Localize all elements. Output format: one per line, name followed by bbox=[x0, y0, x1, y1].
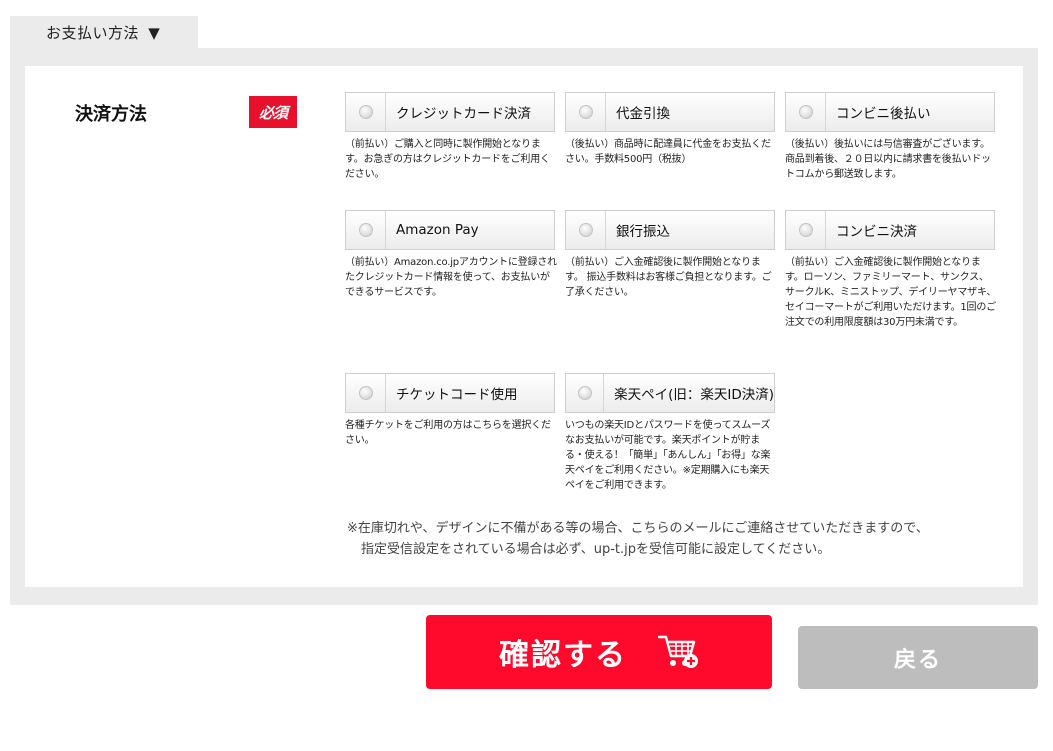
radio-cell[interactable] bbox=[786, 211, 826, 249]
radio-button-icon[interactable] bbox=[358, 105, 373, 119]
radio-button-icon[interactable] bbox=[798, 223, 813, 237]
radio-cell[interactable] bbox=[566, 93, 606, 131]
radio-button-icon[interactable] bbox=[358, 386, 373, 400]
payment-option-cod[interactable]: 代金引換 bbox=[565, 92, 775, 132]
option-description: （前払い）ご入金確認後に製作開始となります。ローソン、ファミリーマート、サンクス… bbox=[785, 257, 997, 328]
radio-button-icon[interactable] bbox=[578, 105, 593, 119]
back-button-label: 戻る bbox=[893, 647, 942, 673]
notice-line-2: 指定受信設定をされている場合は必ず、up-t.jpを受信可能に設定してください。 bbox=[361, 542, 831, 557]
option-description: いつもの楽天IDとパスワードを使ってスムーズなお支払いが可能です。楽天ポイントが… bbox=[565, 420, 771, 491]
radio-cell[interactable] bbox=[566, 374, 605, 412]
option-label: チケットコード使用 bbox=[396, 387, 518, 403]
radio-button-icon[interactable] bbox=[578, 223, 593, 237]
radio-cell[interactable] bbox=[346, 374, 386, 412]
option-description: （前払い）ご購入と同時に製作開始となります。お急ぎの方はクレジットカードをご利用… bbox=[345, 139, 550, 180]
confirm-button[interactable]: 確認する bbox=[426, 615, 772, 689]
option-label: 楽天ペイ(旧：楽天ID決済) bbox=[614, 387, 774, 403]
option-description: （後払い）商品時に配達員に代金をお支払ください。手数料500円（税抜） bbox=[565, 139, 771, 165]
payment-method-tab[interactable]: お支払い方法 ▼ bbox=[10, 16, 198, 50]
confirm-button-label: 確認する bbox=[499, 638, 627, 673]
payment-section: 決済方法 必須 クレジットカード決済 （前払い）ご購入と同時に製作開始となります… bbox=[10, 48, 1038, 605]
option-label: 銀行振込 bbox=[616, 224, 670, 240]
payment-option-ticket-code[interactable]: チケットコード使用 bbox=[345, 373, 555, 413]
payment-option-amazon-pay[interactable]: Amazon Pay bbox=[345, 210, 555, 250]
required-badge: 必須 bbox=[249, 96, 297, 128]
payment-option-credit-card[interactable]: クレジットカード決済 bbox=[345, 92, 555, 132]
notice-line-1: ※在庫切れや、デザインに不備がある等の場合、こちらのメールにご連絡させていただき… bbox=[347, 521, 929, 536]
radio-button-icon[interactable] bbox=[577, 386, 592, 400]
tab-label: お支払い方法 bbox=[46, 24, 140, 42]
option-description: 各種チケットをご利用の方はこちらを選択ください。 bbox=[345, 420, 551, 446]
option-label: コンビニ決済 bbox=[836, 224, 917, 240]
radio-button-icon[interactable] bbox=[798, 105, 813, 119]
cart-plus-icon bbox=[657, 635, 698, 668]
option-description: （前払い）Amazon.co.jpアカウントに登録されたクレジットカード情報を使… bbox=[345, 257, 557, 298]
mail-notice: ※在庫切れや、デザインに不備がある等の場合、こちらのメールにご連絡させていただき… bbox=[347, 518, 929, 560]
option-label: Amazon Pay bbox=[396, 222, 479, 238]
field-label-payment-method: 決済方法 bbox=[75, 104, 147, 125]
radio-cell[interactable] bbox=[346, 93, 386, 131]
back-button[interactable]: 戻る bbox=[798, 626, 1038, 689]
payment-option-convenience-store[interactable]: コンビニ決済 bbox=[785, 210, 995, 250]
radio-button-icon[interactable] bbox=[358, 223, 373, 237]
option-label: クレジットカード決済 bbox=[396, 106, 531, 122]
radio-cell[interactable] bbox=[346, 211, 386, 249]
payment-option-bank-transfer[interactable]: 銀行振込 bbox=[565, 210, 775, 250]
radio-cell[interactable] bbox=[566, 211, 606, 249]
radio-cell[interactable] bbox=[786, 93, 826, 131]
option-label: 代金引換 bbox=[616, 106, 670, 122]
payment-option-rakuten-pay[interactable]: 楽天ペイ(旧：楽天ID決済) bbox=[565, 373, 775, 413]
option-description: （後払い）後払いには与信審査がございます。商品到着後、２０日以内に請求書を後払い… bbox=[785, 139, 991, 180]
payment-panel: 決済方法 必須 クレジットカード決済 （前払い）ご購入と同時に製作開始となります… bbox=[25, 66, 1023, 587]
triangle-down-icon: ▼ bbox=[148, 24, 161, 42]
payment-option-convenience-postpay[interactable]: コンビニ後払い bbox=[785, 92, 995, 132]
option-label: コンビニ後払い bbox=[836, 106, 931, 122]
option-description: （前払い）ご入金確認後に製作開始となります。 振込手数料はお客様ご負担となります… bbox=[565, 257, 772, 298]
